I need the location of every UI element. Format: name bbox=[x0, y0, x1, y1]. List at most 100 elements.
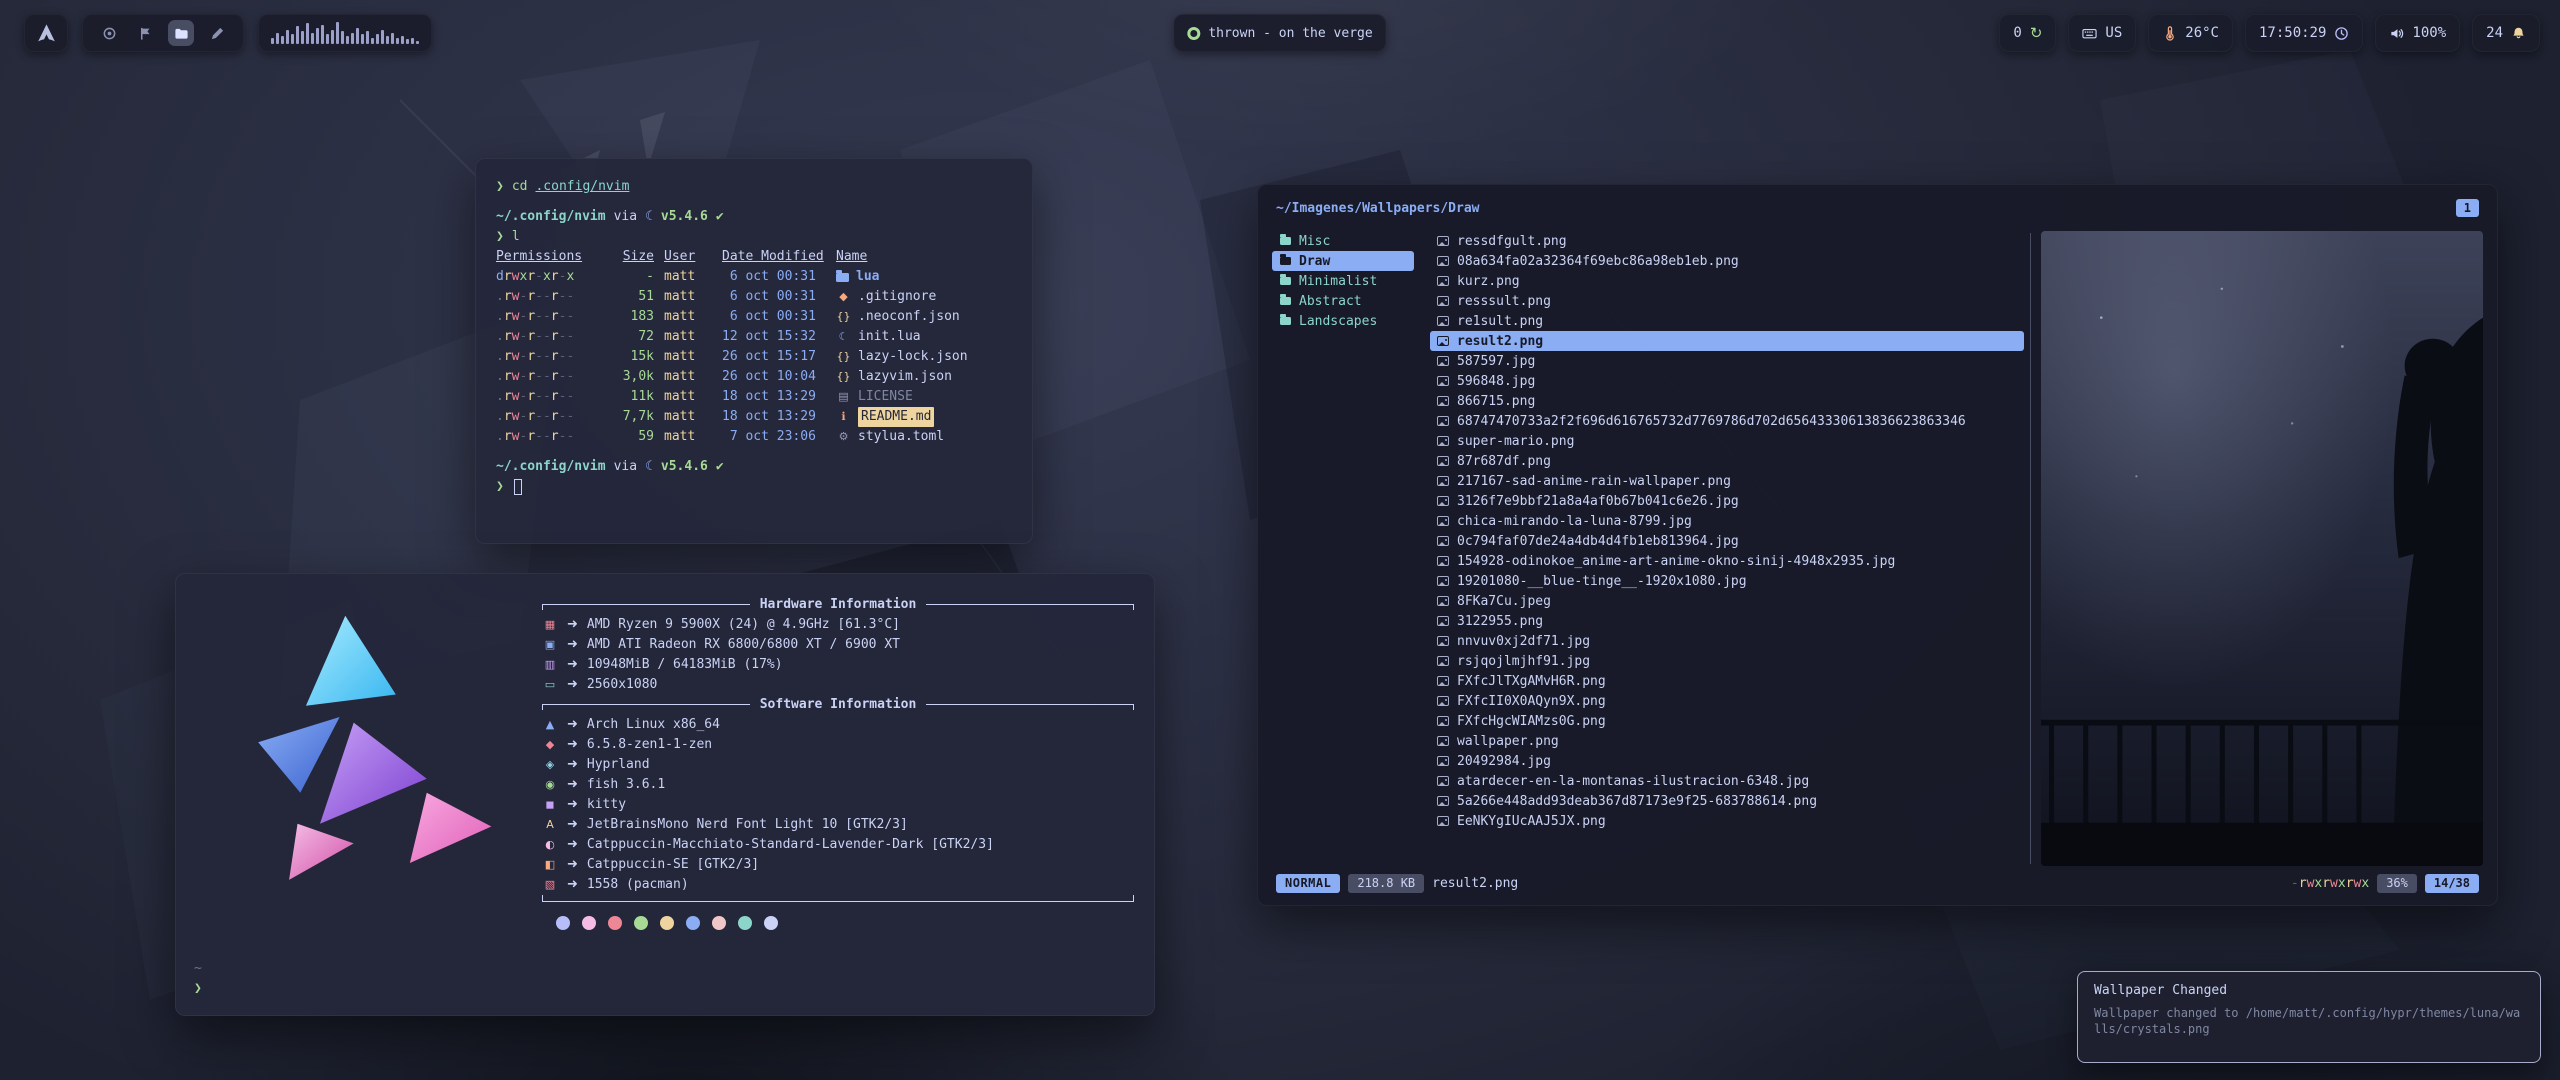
file-list-item[interactable]: atardecer-en-la-montanas-ilustracion-634… bbox=[1430, 771, 2024, 791]
volume-module[interactable]: 100% bbox=[2375, 14, 2460, 52]
lua-moon-icon: ☾ bbox=[645, 457, 653, 477]
workspace-browser-icon[interactable] bbox=[96, 20, 122, 46]
file-list-item[interactable]: ressdfgult.png bbox=[1430, 231, 2024, 251]
media-module[interactable]: thrown - on the verge bbox=[1173, 14, 1386, 52]
visualizer-bar bbox=[351, 33, 354, 44]
file-list-item[interactable]: FXfcII0X0AQyn9X.png bbox=[1430, 691, 2024, 711]
sidebar-folder-minimalist[interactable]: Minimalist bbox=[1272, 271, 1414, 291]
prompt-icon: ❯ bbox=[194, 979, 202, 999]
file-list-item[interactable]: result2.png bbox=[1430, 331, 2024, 351]
file-list-item[interactable]: 217167-sad-anime-rain-wallpaper.png bbox=[1430, 471, 2024, 491]
cpu-icon: ▦ bbox=[542, 618, 558, 631]
sidebar-folder-draw[interactable]: Draw bbox=[1272, 251, 1414, 271]
file-list-item[interactable]: re1sult.png bbox=[1430, 311, 2024, 331]
file-name-text: .neoconf.json bbox=[858, 307, 960, 327]
file-list-item[interactable]: FXfcJlTXgAMvH6R.png bbox=[1430, 671, 2024, 691]
file-list-item[interactable]: 20492984.jpg bbox=[1430, 751, 2024, 771]
launcher-button[interactable] bbox=[24, 14, 68, 52]
workspace-edit-icon[interactable] bbox=[204, 20, 230, 46]
visualizer-bar bbox=[291, 34, 294, 44]
visualizer-bar bbox=[276, 33, 279, 44]
tab-badge[interactable]: 1 bbox=[2456, 199, 2479, 217]
file-name-text: 87r687df.png bbox=[1457, 454, 1551, 469]
fetch-info-line: ◼➜kitty bbox=[542, 794, 1134, 814]
file-list-item[interactable]: resssult.png bbox=[1430, 291, 2024, 311]
file-list-item[interactable]: kurz.png bbox=[1430, 271, 2024, 291]
file-list-item[interactable]: 8FKa7Cu.jpeg bbox=[1430, 591, 2024, 611]
fetch-prompt: ~ ❯ bbox=[194, 959, 202, 999]
clock-module[interactable]: 17:50:29 bbox=[2245, 14, 2363, 52]
sidebar-folder-misc[interactable]: Misc bbox=[1272, 231, 1414, 251]
image-file-icon bbox=[1437, 256, 1449, 266]
file-user: matt bbox=[664, 427, 712, 447]
sidebar-folder-landscapes[interactable]: Landscapes bbox=[1272, 311, 1414, 331]
fetch-info-text: 1558 (pacman) bbox=[587, 877, 689, 892]
breadcrumb-path[interactable]: ~/Imagenes/Wallpapers/Draw bbox=[1276, 201, 1480, 216]
image-file-icon bbox=[1437, 296, 1449, 306]
visualizer-bar bbox=[296, 26, 299, 44]
section-title: Software Information bbox=[750, 697, 927, 712]
folder-icon bbox=[1280, 297, 1291, 305]
file-name-text: 3126f7e9bbf21a8a4af0b67b041c6e26.jpg bbox=[1457, 494, 1739, 509]
file-user: matt bbox=[664, 367, 712, 387]
image-file-icon bbox=[1437, 336, 1449, 346]
file-list-item[interactable]: 68747470733a2f2f696d616765732d7769786d70… bbox=[1430, 411, 2024, 431]
file-list-item[interactable]: 87r687df.png bbox=[1430, 451, 2024, 471]
status-bar-yazi: NORMAL 218.8 KB result2.png -rwxrwxrwx 3… bbox=[1272, 866, 2483, 895]
notification-popup[interactable]: Wallpaper Changed Wallpaper changed to /… bbox=[2077, 971, 2541, 1063]
updates-module[interactable]: 0 ↻ bbox=[1999, 14, 2056, 52]
folder-sidebar: MiscDrawMinimalistAbstractLandscapes bbox=[1272, 231, 1414, 866]
file-name-text: FXfcHgcWIAMzs0G.png bbox=[1457, 714, 1606, 729]
file-list-item[interactable]: 19201080-__blue-tinge__-1920x1080.jpg bbox=[1430, 571, 2024, 591]
file-list-item[interactable]: 587597.jpg bbox=[1430, 351, 2024, 371]
file-list-item[interactable]: rsjqojlmjhf91.jpg bbox=[1430, 651, 2024, 671]
file-name-text: 68747470733a2f2f696d616765732d7769786d70… bbox=[1457, 414, 1966, 429]
file-name-text: atardecer-en-la-montanas-ilustracion-634… bbox=[1457, 774, 1809, 789]
terminal-command-line: ❯l bbox=[496, 227, 1012, 247]
file-list-item[interactable]: chica-mirando-la-luna-8799.jpg bbox=[1430, 511, 2024, 531]
notifications-module[interactable]: 24 bbox=[2472, 14, 2540, 52]
prompt-icon: ❯ bbox=[496, 177, 504, 197]
file-name: lua bbox=[836, 267, 1012, 287]
file-list-item[interactable]: FXfcHgcWIAMzs0G.png bbox=[1430, 711, 2024, 731]
file-list-item[interactable]: 866715.png bbox=[1430, 391, 2024, 411]
file-list-item[interactable]: 3126f7e9bbf21a8a4af0b67b041c6e26.jpg bbox=[1430, 491, 2024, 511]
file-name-text: FXfcJlTXgAMvH6R.png bbox=[1457, 674, 1606, 689]
file-list-item[interactable]: 08a634fa02a32364f69ebc86a98eb1eb.png bbox=[1430, 251, 2024, 271]
file-list-item[interactable]: super-mario.png bbox=[1430, 431, 2024, 451]
file-list-item[interactable]: nnvuv0xj2df71.jpg bbox=[1430, 631, 2024, 651]
workspace-files-icon[interactable] bbox=[168, 20, 194, 46]
file-list-item[interactable]: 596848.jpg bbox=[1430, 371, 2024, 391]
fetch-info-text: Catppuccin-SE [GTK2/3] bbox=[587, 857, 759, 872]
notification-count: 24 bbox=[2486, 25, 2503, 41]
palette-dot bbox=[556, 916, 570, 930]
keyboard-layout-module[interactable]: US bbox=[2068, 14, 2136, 52]
image-file-icon bbox=[1437, 736, 1449, 746]
sidebar-folder-abstract[interactable]: Abstract bbox=[1272, 291, 1414, 311]
prompt-cursor-line: ❯ bbox=[496, 477, 1012, 497]
file-row: .rw-r--r--72matt12 oct 15:32☾init.lua bbox=[496, 327, 1012, 347]
file-permissions: drwxr-xr-x bbox=[496, 267, 600, 287]
clock-value: 17:50:29 bbox=[2259, 25, 2326, 41]
terminal-command-line: ❯cd.config/nvim bbox=[496, 177, 1012, 197]
visualizer-bar bbox=[326, 34, 329, 44]
file-permissions: .rw-r--r-- bbox=[496, 347, 600, 367]
file-list-item[interactable]: 5a266e448add93deab367d87173e9f25-6837886… bbox=[1430, 791, 2024, 811]
palette-dot bbox=[712, 916, 726, 930]
file-name-text: super-mario.png bbox=[1457, 434, 1574, 449]
workspace-flag-icon[interactable] bbox=[132, 20, 158, 46]
file-list-item[interactable]: 154928-odinokoe_anime-art-anime-okno-sin… bbox=[1430, 551, 2024, 571]
visualizer-bar bbox=[406, 39, 409, 44]
image-file-icon bbox=[1437, 376, 1449, 386]
arrow-icon: ➜ bbox=[567, 837, 578, 852]
file-list-item[interactable]: wallpaper.png bbox=[1430, 731, 2024, 751]
preview-image bbox=[2041, 231, 2483, 866]
file-name-text: 866715.png bbox=[1457, 394, 1535, 409]
file-list-item[interactable]: 3122955.png bbox=[1430, 611, 2024, 631]
temperature-module[interactable]: 26°C bbox=[2148, 14, 2233, 52]
image-file-icon bbox=[1437, 356, 1449, 366]
audio-visualizer bbox=[258, 14, 432, 52]
file-list-item[interactable]: 0c794faf07de24a4db4d4fb1eb813964.jpg bbox=[1430, 531, 2024, 551]
file-list-item[interactable]: EeNKYgIUcAAJ5JX.png bbox=[1430, 811, 2024, 831]
prompt-line: ~/.config/nvimvia☾v5.4.6✔ bbox=[496, 457, 1012, 477]
